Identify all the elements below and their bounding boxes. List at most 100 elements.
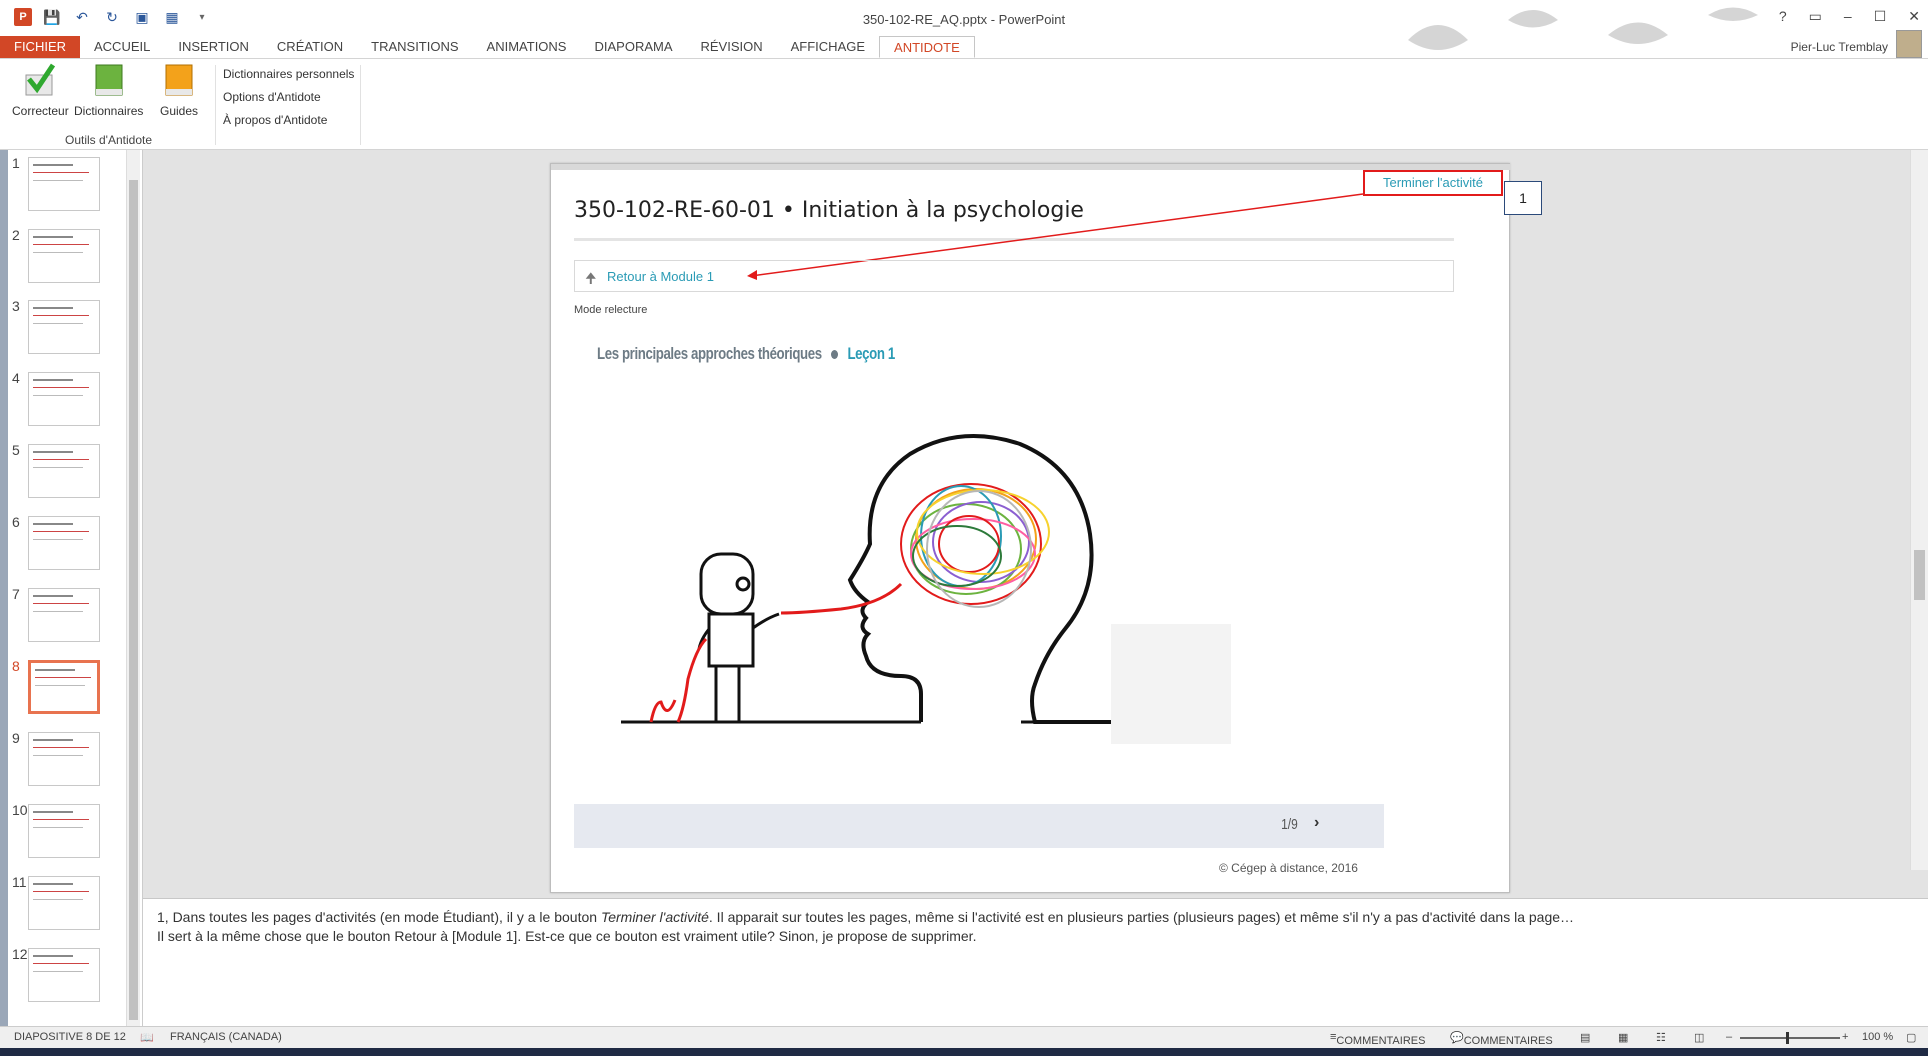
slide-thumbnail[interactable] <box>28 372 100 426</box>
checkmark-icon <box>25 63 56 96</box>
thumbnail-line <box>35 677 91 678</box>
slide-scrollbar[interactable] <box>1910 150 1928 870</box>
window-controls: ? ▭ – ☐ ✕ <box>1779 8 1920 25</box>
thumbnail-number: 10 <box>12 802 28 818</box>
tab-affichage[interactable]: AFFICHAGE <box>777 36 879 58</box>
tab-accueil[interactable]: ACCUEIL <box>80 36 164 58</box>
zoom-in-icon[interactable]: + <box>1842 1031 1848 1043</box>
retour-module-link[interactable]: 🠉 Retour à Module 1 <box>574 260 1454 292</box>
slide-thumbnail[interactable] <box>28 588 100 642</box>
thumbnail-line <box>33 955 73 957</box>
comments-toggle-button[interactable]: 💬 COMMENTAIRES <box>1450 1031 1553 1047</box>
guides-button[interactable]: Guides <box>160 63 198 118</box>
thumbnail-number: 1 <box>12 155 20 171</box>
slide-pager-bar: 1/9 › <box>574 804 1384 848</box>
thumbnail-line <box>33 595 73 597</box>
slide-thumbnail[interactable] <box>28 804 100 858</box>
normal-view-icon[interactable]: ▤ <box>1580 1031 1590 1044</box>
tab-diaporama[interactable]: DIAPORAMA <box>580 36 686 58</box>
lesson-number: Leçon 1 <box>847 344 895 363</box>
zoom-level[interactable]: 100 % <box>1862 1031 1893 1043</box>
tab-antidote[interactable]: ANTIDOTE <box>879 36 975 58</box>
current-slide[interactable]: 350-102-RE-60-01 • Initiation à la psych… <box>550 163 1542 893</box>
thumbnail-scrollbar[interactable] <box>126 150 140 1026</box>
course-title: 350-102-RE-60-01 • Initiation à la psych… <box>574 198 1084 223</box>
slide-thumbnail[interactable] <box>28 516 100 570</box>
thumbnail-number: 6 <box>12 514 20 530</box>
tab-fichier[interactable]: FICHIER <box>0 36 80 58</box>
ribbon-tabs: FICHIER ACCUEIL INSERTION CRÉATION TRANS… <box>0 36 1928 58</box>
slide-thumbnail[interactable] <box>28 660 100 714</box>
reading-view-icon[interactable]: ☷ <box>1656 1031 1666 1044</box>
thumbnail-line <box>33 539 83 540</box>
thumbnail-number: 2 <box>12 227 20 243</box>
thumbnail-line <box>33 827 83 828</box>
title-divider <box>574 238 1454 241</box>
thumbnail-line <box>33 395 83 396</box>
notes-line-1-emphasis: Terminer l'activité <box>600 909 709 925</box>
arrow-up-icon: 🠉 <box>585 270 597 286</box>
a-propos-antidote-link[interactable]: À propos d'Antidote <box>223 113 327 127</box>
retour-label: Retour à Module 1 <box>607 269 714 284</box>
zoom-slider-handle[interactable] <box>1786 1032 1789 1044</box>
dictionnaires-personnels-link[interactable]: Dictionnaires personnels <box>223 67 354 81</box>
slide-thumbnail[interactable] <box>28 229 100 283</box>
os-taskbar <box>0 1048 1928 1056</box>
language-indicator[interactable]: FRANÇAIS (CANADA) <box>170 1031 282 1043</box>
copyright-text: © Cégep à distance, 2016 <box>1219 861 1358 875</box>
options-antidote-link[interactable]: Options d'Antidote <box>223 90 321 104</box>
page-indicator: 1/9 <box>1281 816 1298 833</box>
thumbnail-number: 7 <box>12 586 20 602</box>
fit-slide-icon[interactable]: ▢ <box>1906 1031 1916 1044</box>
thumbnail-number: 3 <box>12 298 20 314</box>
comments-toggle-label: COMMENTAIRES <box>1463 1035 1553 1047</box>
tab-creation[interactable]: CRÉATION <box>263 36 357 58</box>
mode-label: Mode relecture <box>574 304 648 316</box>
maximize-icon[interactable]: ☐ <box>1874 8 1887 25</box>
slide-thumbnail[interactable] <box>28 300 100 354</box>
notes-toggle-button[interactable]: ≡ COMMENTAIRES <box>1330 1031 1425 1047</box>
speaker-notes[interactable]: 1, Dans toutes les pages d'activités (en… <box>143 898 1928 1026</box>
tab-insertion[interactable]: INSERTION <box>164 36 263 58</box>
zoom-out-icon[interactable]: – <box>1726 1031 1732 1043</box>
slide-thumbnail[interactable] <box>28 157 100 211</box>
tab-animations[interactable]: ANIMATIONS <box>473 36 581 58</box>
slide-thumbnail[interactable] <box>28 876 100 930</box>
slide-thumbnail[interactable] <box>28 948 100 1002</box>
thumbnail-number: 5 <box>12 442 20 458</box>
dictionnaires-button[interactable]: Dictionnaires <box>74 63 143 118</box>
ribbon-display-icon[interactable]: ▭ <box>1809 8 1822 25</box>
thumbnail-line <box>33 819 89 820</box>
tab-revision[interactable]: RÉVISION <box>687 36 777 58</box>
thumbnail-line <box>33 755 83 756</box>
spellcheck-icon[interactable]: 📖 <box>140 1031 154 1044</box>
thumbnail-line <box>33 379 73 381</box>
zoom-slider[interactable] <box>1740 1037 1840 1039</box>
thumbnail-line <box>33 323 83 324</box>
comment-callout[interactable]: 1 <box>1504 181 1542 215</box>
avatar[interactable] <box>1896 30 1922 58</box>
notes-line-1: 1, Dans toutes les pages d'activités (en… <box>157 909 1574 925</box>
thumbnail-line <box>33 739 73 741</box>
correcteur-button[interactable]: Correcteur <box>12 63 69 118</box>
slide-thumbnail[interactable] <box>28 444 100 498</box>
thumbnail-line <box>33 963 89 964</box>
help-icon[interactable]: ? <box>1779 8 1787 25</box>
next-page-icon[interactable]: › <box>1314 814 1319 832</box>
thumbnail-line <box>33 236 73 238</box>
notes-line-1-prefix: 1, Dans toutes les pages d'activités (en… <box>157 909 601 925</box>
tab-transitions[interactable]: TRANSITIONS <box>357 36 472 58</box>
slideshow-view-icon[interactable]: ◫ <box>1694 1031 1704 1044</box>
terminer-activite-button[interactable]: Terminer l'activité <box>1363 170 1503 196</box>
thumbnail-line <box>33 971 83 972</box>
thumbnail-line <box>33 811 73 813</box>
scrollbar-thumb[interactable] <box>129 180 138 1020</box>
slide-thumbnail[interactable] <box>28 732 100 786</box>
thumbnail-line <box>33 531 89 532</box>
user-name[interactable]: Pier-Luc Tremblay <box>1791 36 1888 58</box>
minimize-icon[interactable]: – <box>1844 8 1852 25</box>
slide-sorter-icon[interactable]: ▦ <box>1618 1031 1628 1044</box>
close-icon[interactable]: ✕ <box>1908 8 1920 25</box>
scrollbar-thumb[interactable] <box>1914 550 1925 600</box>
thumbnail-line <box>33 244 89 245</box>
